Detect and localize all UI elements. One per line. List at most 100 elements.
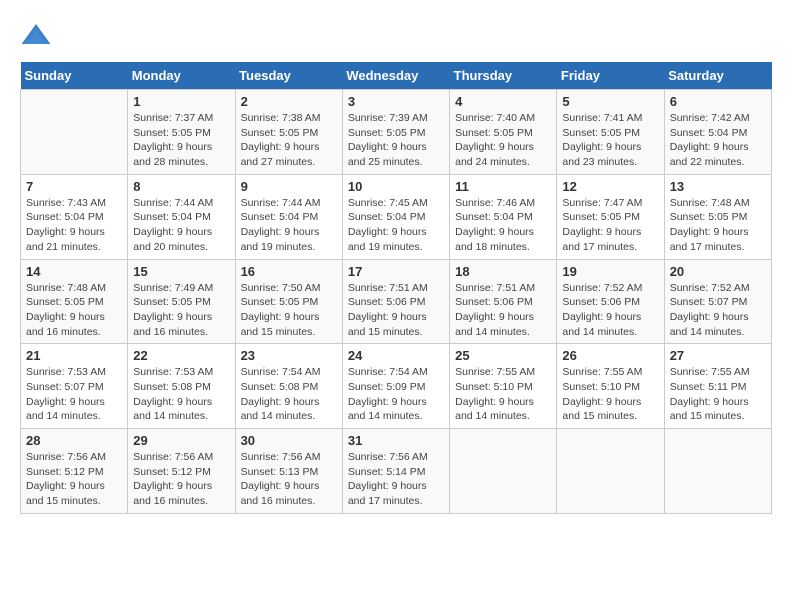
weekday-header-friday: Friday [557, 62, 664, 90]
day-number: 29 [133, 433, 229, 448]
day-number: 27 [670, 348, 766, 363]
calendar-cell: 8 Sunrise: 7:44 AMSunset: 5:04 PMDaylight… [128, 174, 235, 259]
day-number: 30 [241, 433, 337, 448]
weekday-header-monday: Monday [128, 62, 235, 90]
day-number: 3 [348, 94, 444, 109]
calendar-body: 1 Sunrise: 7:37 AMSunset: 5:05 PMDaylight… [21, 90, 772, 514]
day-info: Sunrise: 7:55 AMSunset: 5:11 PMDaylight:… [670, 365, 766, 424]
day-number: 21 [26, 348, 122, 363]
day-number: 2 [241, 94, 337, 109]
calendar-cell: 1 Sunrise: 7:37 AMSunset: 5:05 PMDaylight… [128, 90, 235, 175]
day-info: Sunrise: 7:55 AMSunset: 5:10 PMDaylight:… [455, 365, 551, 424]
logo [20, 20, 56, 52]
day-info: Sunrise: 7:56 AMSunset: 5:12 PMDaylight:… [133, 450, 229, 509]
day-info: Sunrise: 7:52 AMSunset: 5:07 PMDaylight:… [670, 281, 766, 340]
day-number: 7 [26, 179, 122, 194]
calendar-header: SundayMondayTuesdayWednesdayThursdayFrid… [21, 62, 772, 90]
calendar-cell [21, 90, 128, 175]
weekday-header-wednesday: Wednesday [342, 62, 449, 90]
day-number: 22 [133, 348, 229, 363]
calendar-cell: 11 Sunrise: 7:46 AMSunset: 5:04 PMDayligh… [450, 174, 557, 259]
day-number: 4 [455, 94, 551, 109]
day-number: 9 [241, 179, 337, 194]
calendar-cell: 9 Sunrise: 7:44 AMSunset: 5:04 PMDaylight… [235, 174, 342, 259]
calendar-cell: 19 Sunrise: 7:52 AMSunset: 5:06 PMDayligh… [557, 259, 664, 344]
calendar-cell [664, 429, 771, 514]
calendar-cell: 7 Sunrise: 7:43 AMSunset: 5:04 PMDaylight… [21, 174, 128, 259]
day-info: Sunrise: 7:56 AMSunset: 5:13 PMDaylight:… [241, 450, 337, 509]
weekday-header-tuesday: Tuesday [235, 62, 342, 90]
calendar-cell: 23 Sunrise: 7:54 AMSunset: 5:08 PMDayligh… [235, 344, 342, 429]
day-number: 15 [133, 264, 229, 279]
day-info: Sunrise: 7:43 AMSunset: 5:04 PMDaylight:… [26, 196, 122, 255]
day-number: 20 [670, 264, 766, 279]
day-info: Sunrise: 7:48 AMSunset: 5:05 PMDaylight:… [670, 196, 766, 255]
calendar-cell: 13 Sunrise: 7:48 AMSunset: 5:05 PMDayligh… [664, 174, 771, 259]
calendar-cell: 4 Sunrise: 7:40 AMSunset: 5:05 PMDaylight… [450, 90, 557, 175]
day-info: Sunrise: 7:40 AMSunset: 5:05 PMDaylight:… [455, 111, 551, 170]
day-number: 12 [562, 179, 658, 194]
calendar-cell: 15 Sunrise: 7:49 AMSunset: 5:05 PMDayligh… [128, 259, 235, 344]
calendar-cell: 6 Sunrise: 7:42 AMSunset: 5:04 PMDaylight… [664, 90, 771, 175]
day-number: 16 [241, 264, 337, 279]
day-info: Sunrise: 7:45 AMSunset: 5:04 PMDaylight:… [348, 196, 444, 255]
weekday-header-thursday: Thursday [450, 62, 557, 90]
weekday-row: SundayMondayTuesdayWednesdayThursdayFrid… [21, 62, 772, 90]
calendar-cell: 30 Sunrise: 7:56 AMSunset: 5:13 PMDayligh… [235, 429, 342, 514]
calendar-week-row: 14 Sunrise: 7:48 AMSunset: 5:05 PMDayligh… [21, 259, 772, 344]
day-number: 19 [562, 264, 658, 279]
day-info: Sunrise: 7:44 AMSunset: 5:04 PMDaylight:… [241, 196, 337, 255]
day-info: Sunrise: 7:39 AMSunset: 5:05 PMDaylight:… [348, 111, 444, 170]
calendar-cell: 10 Sunrise: 7:45 AMSunset: 5:04 PMDayligh… [342, 174, 449, 259]
calendar-cell: 27 Sunrise: 7:55 AMSunset: 5:11 PMDayligh… [664, 344, 771, 429]
calendar-week-row: 7 Sunrise: 7:43 AMSunset: 5:04 PMDaylight… [21, 174, 772, 259]
calendar-cell: 21 Sunrise: 7:53 AMSunset: 5:07 PMDayligh… [21, 344, 128, 429]
day-info: Sunrise: 7:52 AMSunset: 5:06 PMDaylight:… [562, 281, 658, 340]
calendar-cell: 2Sunrise: 7:38 AMSunset: 5:05 PMDaylight… [235, 90, 342, 175]
day-info: Sunrise: 7:41 AMSunset: 5:05 PMDaylight:… [562, 111, 658, 170]
page-header [20, 20, 772, 52]
calendar-cell: 29 Sunrise: 7:56 AMSunset: 5:12 PMDayligh… [128, 429, 235, 514]
day-info: Sunrise: 7:37 AMSunset: 5:05 PMDaylight:… [133, 111, 229, 170]
day-info: Sunrise: 7:44 AMSunset: 5:04 PMDaylight:… [133, 196, 229, 255]
calendar-week-row: 28 Sunrise: 7:56 AMSunset: 5:12 PMDayligh… [21, 429, 772, 514]
calendar-cell [557, 429, 664, 514]
day-number: 18 [455, 264, 551, 279]
day-number: 10 [348, 179, 444, 194]
day-number: 1 [133, 94, 229, 109]
day-info: Sunrise: 7:56 AMSunset: 5:14 PMDaylight:… [348, 450, 444, 509]
day-number: 6 [670, 94, 766, 109]
day-number: 24 [348, 348, 444, 363]
day-info: Sunrise: 7:56 AMSunset: 5:12 PMDaylight:… [26, 450, 122, 509]
calendar-cell: 24Sunrise: 7:54 AMSunset: 5:09 PMDayligh… [342, 344, 449, 429]
day-number: 17 [348, 264, 444, 279]
weekday-header-sunday: Sunday [21, 62, 128, 90]
calendar-cell: 12Sunrise: 7:47 AMSunset: 5:05 PMDayligh… [557, 174, 664, 259]
calendar-cell: 28 Sunrise: 7:56 AMSunset: 5:12 PMDayligh… [21, 429, 128, 514]
calendar-cell: 5Sunrise: 7:41 AMSunset: 5:05 PMDaylight… [557, 90, 664, 175]
day-number: 28 [26, 433, 122, 448]
day-number: 13 [670, 179, 766, 194]
day-info: Sunrise: 7:49 AMSunset: 5:05 PMDaylight:… [133, 281, 229, 340]
logo-icon [20, 20, 52, 52]
calendar-cell: 3 Sunrise: 7:39 AMSunset: 5:05 PMDaylight… [342, 90, 449, 175]
day-number: 26 [562, 348, 658, 363]
day-info: Sunrise: 7:51 AMSunset: 5:06 PMDaylight:… [348, 281, 444, 340]
day-info: Sunrise: 7:53 AMSunset: 5:07 PMDaylight:… [26, 365, 122, 424]
calendar-cell: 22Sunrise: 7:53 AMSunset: 5:08 PMDayligh… [128, 344, 235, 429]
day-info: Sunrise: 7:48 AMSunset: 5:05 PMDaylight:… [26, 281, 122, 340]
calendar-cell: 17 Sunrise: 7:51 AMSunset: 5:06 PMDayligh… [342, 259, 449, 344]
day-info: Sunrise: 7:54 AMSunset: 5:08 PMDaylight:… [241, 365, 337, 424]
day-number: 11 [455, 179, 551, 194]
calendar-table: SundayMondayTuesdayWednesdayThursdayFrid… [20, 62, 772, 514]
day-info: Sunrise: 7:46 AMSunset: 5:04 PMDaylight:… [455, 196, 551, 255]
day-number: 14 [26, 264, 122, 279]
day-number: 23 [241, 348, 337, 363]
calendar-cell: 18 Sunrise: 7:51 AMSunset: 5:06 PMDayligh… [450, 259, 557, 344]
calendar-cell [450, 429, 557, 514]
day-number: 8 [133, 179, 229, 194]
calendar-cell: 14 Sunrise: 7:48 AMSunset: 5:05 PMDayligh… [21, 259, 128, 344]
day-info: Sunrise: 7:42 AMSunset: 5:04 PMDaylight:… [670, 111, 766, 170]
calendar-cell: 20 Sunrise: 7:52 AMSunset: 5:07 PMDayligh… [664, 259, 771, 344]
day-info: Sunrise: 7:51 AMSunset: 5:06 PMDaylight:… [455, 281, 551, 340]
